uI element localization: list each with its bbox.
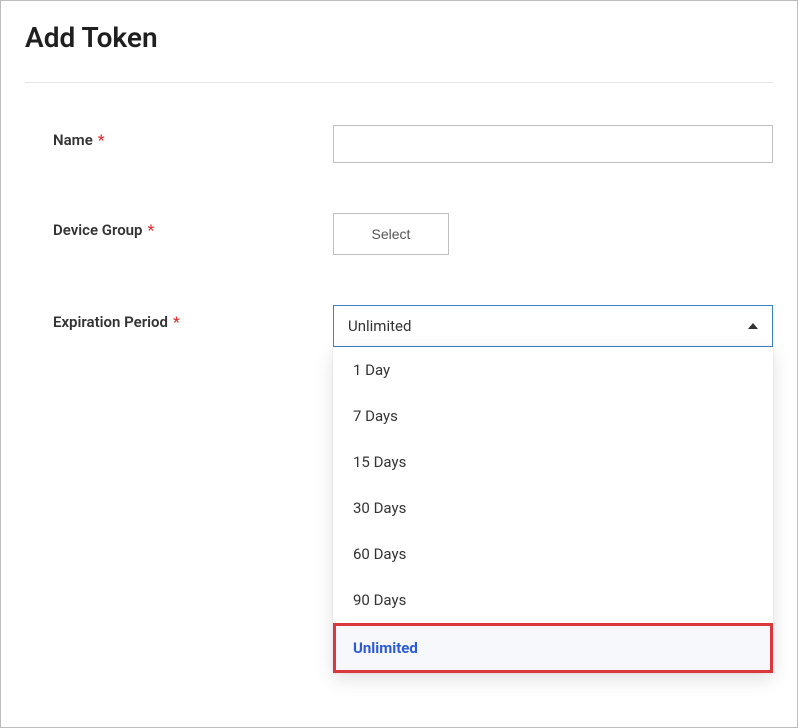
expiration-dropdown-menu: 1 Day 7 Days 15 Days 30 Days 60 Days 90 … (333, 347, 773, 673)
expiration-option-30-days[interactable]: 30 Days (333, 485, 773, 531)
label-wrap: Expiration Period * (53, 307, 333, 331)
label-wrap: Name * (53, 125, 333, 149)
expiration-dropdown: Unlimited 1 Day 7 Days 15 Days 30 Days 6… (333, 305, 773, 347)
expiration-option-90-days[interactable]: 90 Days (333, 577, 773, 623)
form-row-expiration: Expiration Period * Unlimited 1 Day 7 Da… (25, 307, 773, 347)
label-wrap: Device Group * (53, 215, 333, 239)
expiration-dropdown-trigger[interactable]: Unlimited (333, 305, 773, 347)
expiration-option-7-days[interactable]: 7 Days (333, 393, 773, 439)
device-group-select-button[interactable]: Select (333, 213, 449, 255)
required-star: * (98, 131, 105, 149)
required-star: * (173, 313, 180, 331)
expiration-option-unlimited[interactable]: Unlimited (333, 623, 773, 673)
expiration-dropdown-value: Unlimited (348, 317, 411, 335)
expiration-option-60-days[interactable]: 60 Days (333, 531, 773, 577)
name-input[interactable] (333, 125, 773, 163)
required-star: * (148, 221, 155, 239)
form-row-name: Name * (25, 125, 773, 163)
add-token-panel: Add Token Name * Device Group * Select E… (0, 0, 798, 728)
divider (25, 82, 773, 83)
name-label: Name (53, 131, 93, 149)
device-group-label: Device Group (53, 221, 143, 239)
expiration-option-1-day[interactable]: 1 Day (333, 347, 773, 393)
expiration-option-15-days[interactable]: 15 Days (333, 439, 773, 485)
form-row-device-group: Device Group * Select (25, 215, 773, 255)
expiration-label: Expiration Period (53, 313, 168, 331)
chevron-up-icon (748, 323, 758, 329)
page-title: Add Token (25, 15, 773, 54)
